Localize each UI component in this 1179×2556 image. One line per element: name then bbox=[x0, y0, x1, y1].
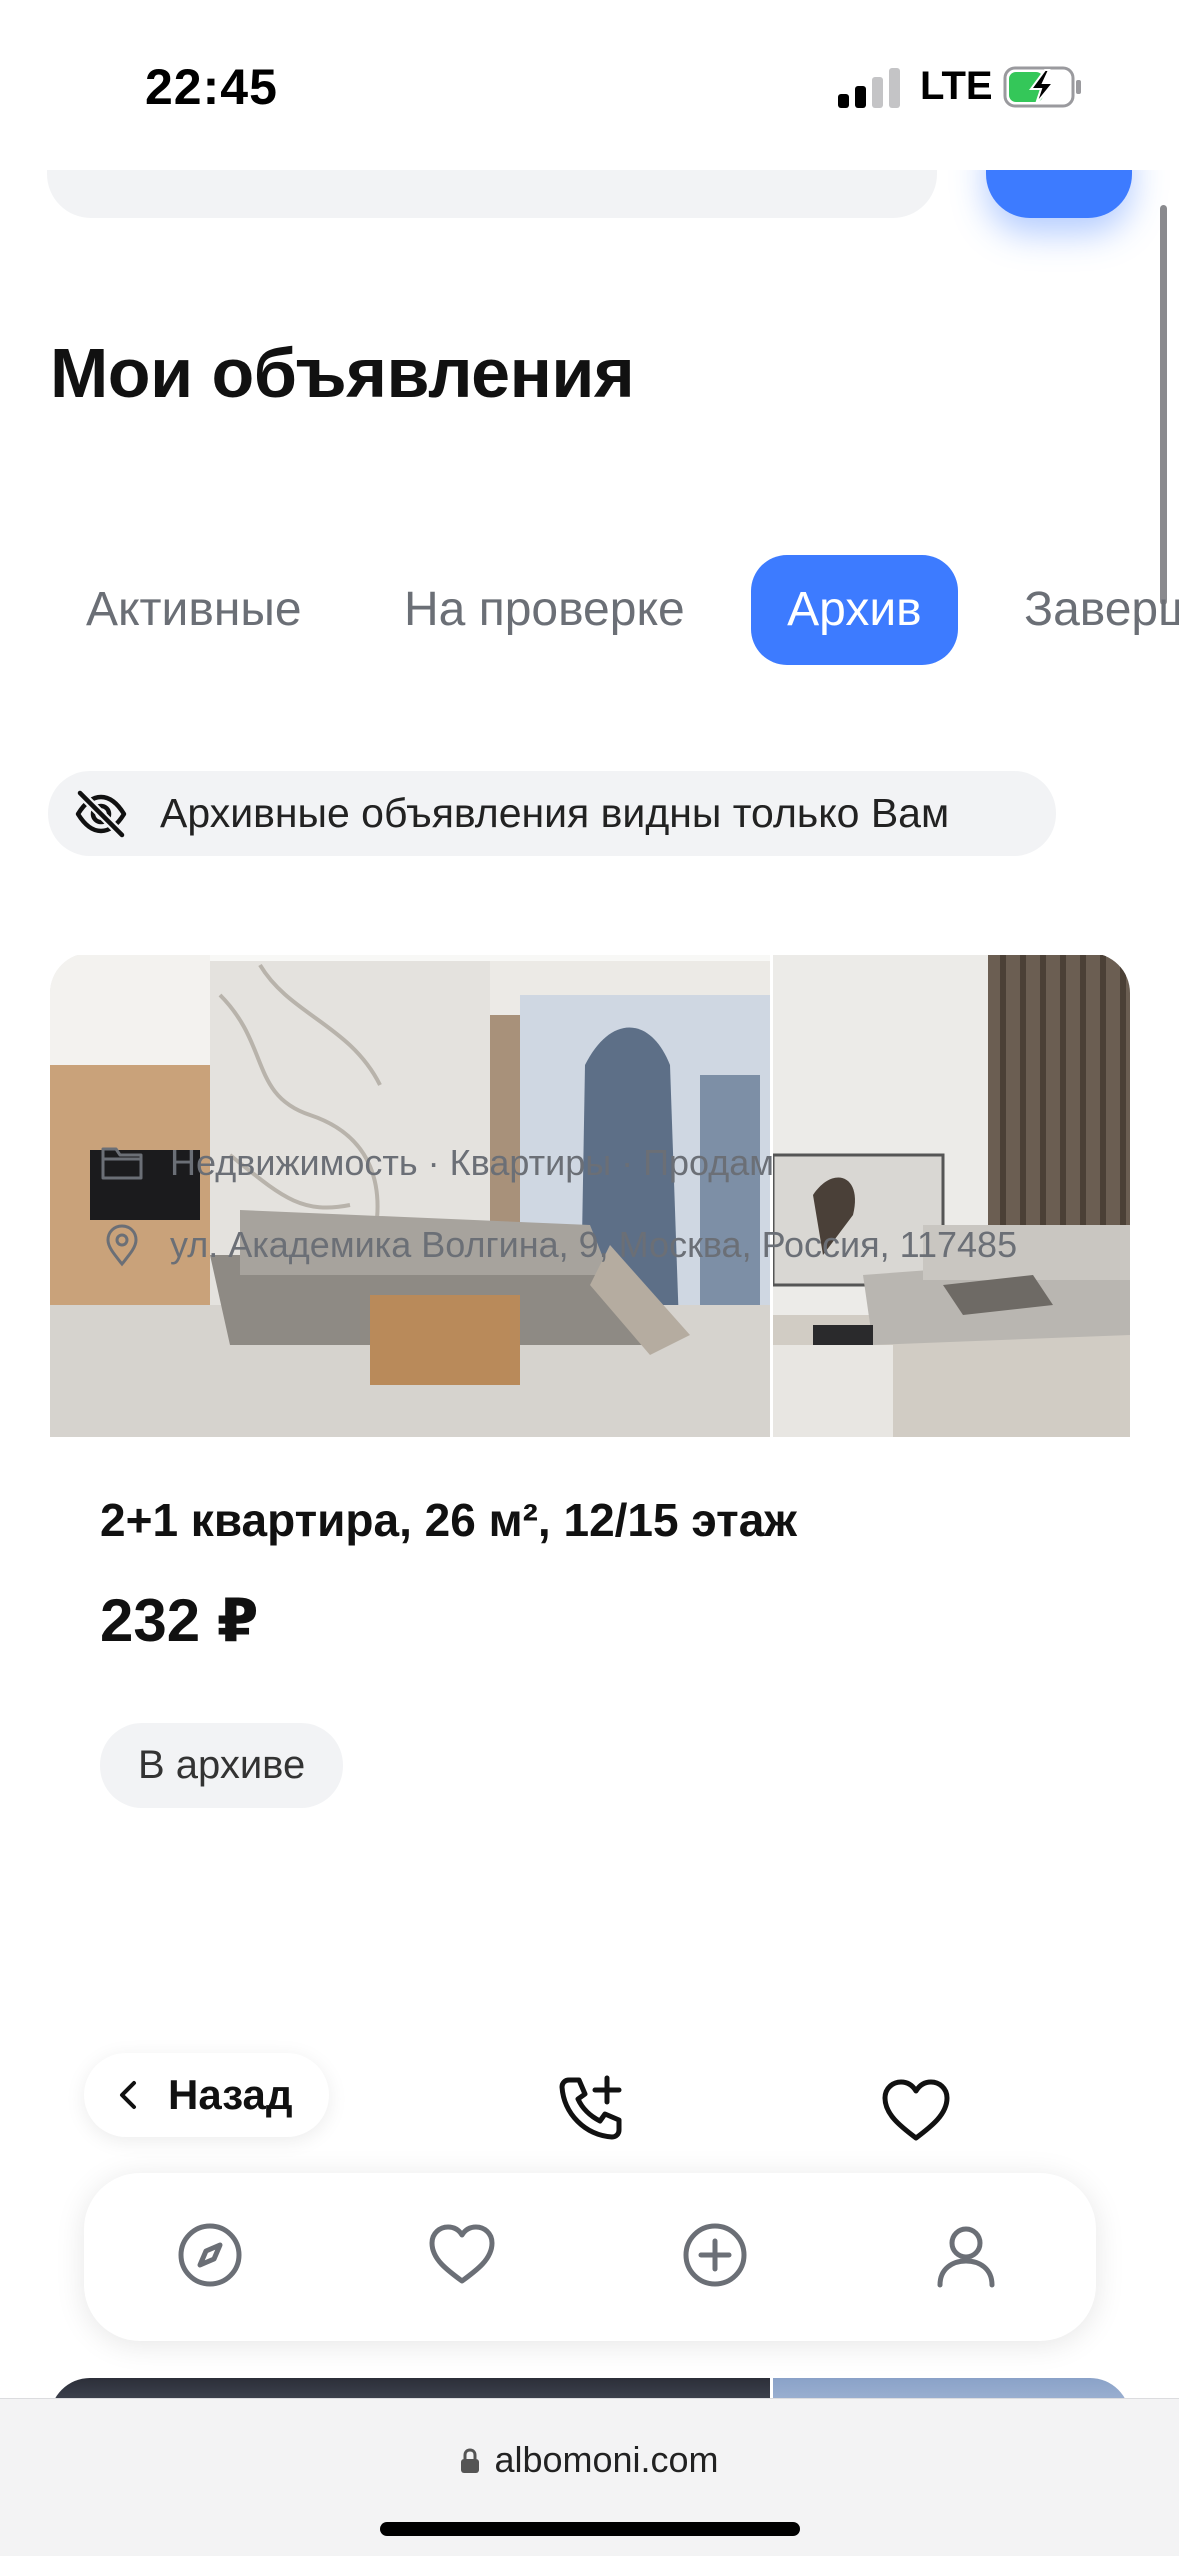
tab-archive[interactable]: Архив bbox=[751, 555, 958, 665]
scrollbar[interactable] bbox=[1160, 205, 1167, 605]
network-type: LTE bbox=[920, 64, 993, 108]
back-label: Назад bbox=[168, 2071, 293, 2118]
address-text: ул. Академика Волгина, 9, Москва, Россия… bbox=[170, 1224, 1018, 1265]
lock-icon bbox=[461, 2448, 480, 2473]
plus-circle-icon[interactable] bbox=[675, 2215, 755, 2295]
user-icon[interactable] bbox=[926, 2215, 1006, 2295]
notice-text: Архивные объявления видны только Вам bbox=[160, 790, 950, 836]
listing-photo[interactable] bbox=[773, 955, 1130, 1437]
tab-completed[interactable]: Заверш bbox=[988, 555, 1179, 665]
listing-address: ул. Академика Волгина, 9, Москва, Россия… bbox=[100, 1215, 1017, 1275]
favorite-heart-icon[interactable] bbox=[880, 2078, 952, 2144]
photo-gallery[interactable] bbox=[50, 955, 1130, 1437]
page-title: Мои объявления bbox=[50, 334, 635, 412]
category-text: Недвижимость · Квартиры · Продам bbox=[170, 1142, 775, 1183]
folder-icon bbox=[101, 1147, 143, 1180]
heart-icon[interactable] bbox=[422, 2215, 502, 2295]
chevron-left-icon bbox=[120, 2081, 136, 2109]
back-button[interactable]: Назад bbox=[84, 2053, 329, 2137]
url-text: albomoni.com bbox=[494, 2439, 719, 2480]
url-field[interactable]: albomoni.com bbox=[0, 2439, 1179, 2481]
status-bar: 22:45 LTE bbox=[0, 0, 1179, 170]
compass-icon[interactable] bbox=[170, 2215, 250, 2295]
tab-moderation[interactable]: На проверке bbox=[368, 555, 721, 665]
listing-price: 232 ₽ bbox=[100, 1587, 259, 1654]
status-time: 22:45 bbox=[145, 59, 278, 115]
home-indicator[interactable] bbox=[380, 2522, 800, 2536]
listing-tabs: Активные На проверке Архив Заверш bbox=[50, 555, 1179, 665]
location-pin-icon bbox=[106, 1224, 138, 1267]
battery-charging-icon bbox=[1003, 66, 1081, 108]
browser-address-bar[interactable]: albomoni.com bbox=[0, 2398, 1179, 2556]
tab-active[interactable]: Активные bbox=[50, 555, 338, 665]
archive-notice: Архивные объявления видны только Вам bbox=[48, 771, 1056, 856]
listing-title[interactable]: 2+1 квартира, 26 м², 12/15 этаж bbox=[100, 1493, 797, 1547]
listing-photo[interactable] bbox=[50, 955, 770, 1437]
listing-category: Недвижимость · Квартиры · Продам bbox=[100, 1133, 774, 1193]
eye-off-icon bbox=[75, 789, 127, 838]
status-badge: В архиве bbox=[100, 1723, 344, 1808]
bottom-tab-bar bbox=[84, 2173, 1096, 2341]
phone-add-icon[interactable] bbox=[555, 2072, 627, 2144]
signal-icon bbox=[838, 68, 902, 108]
